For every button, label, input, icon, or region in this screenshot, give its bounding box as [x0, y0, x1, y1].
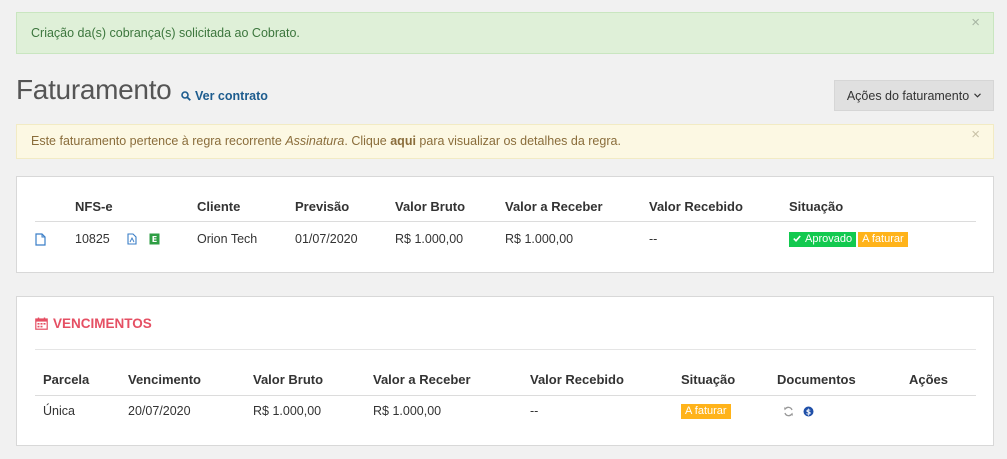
rule-details-link[interactable]: aqui — [390, 134, 416, 148]
check-icon — [793, 235, 801, 242]
close-icon[interactable]: × — [971, 13, 980, 33]
previsao-cell: 01/07/2020 — [295, 231, 358, 246]
xml-icon[interactable]: E — [149, 233, 160, 245]
table-row: Única 20/07/2020 R$ 1.000,00 R$ 1.000,00… — [35, 395, 976, 427]
cliente-cell: Orion Tech — [197, 231, 258, 246]
rule-name: Assinatura — [285, 134, 345, 148]
column-header: Valor a Receber — [505, 193, 649, 222]
acoes-cell — [909, 395, 976, 427]
close-icon[interactable]: × — [971, 125, 980, 145]
svg-text:E: E — [152, 235, 157, 244]
payment-icon[interactable]: $ — [803, 406, 814, 417]
column-header: Previsão — [295, 193, 395, 222]
vencimentos-title: VENCIMENTOS — [53, 316, 152, 331]
warning-text-before: Este faturamento pertence à regra recorr… — [31, 134, 286, 148]
status-badge-a-faturar: A faturar — [681, 404, 731, 420]
column-header: Valor a Receber — [373, 365, 530, 396]
warning-text-after: para visualizar os detalhes da regra. — [415, 134, 621, 148]
nfse-card: NFS-e Cliente Previsão Valor Bruto Valor… — [16, 176, 994, 273]
status-badge-aprovado: Aprovado — [789, 231, 857, 247]
warning-alert: Este faturamento pertence à regra recorr… — [16, 124, 994, 159]
column-header: Valor Bruto — [395, 193, 505, 222]
valor-bruto-cell: R$ 1.000,00 — [253, 404, 322, 419]
ver-contrato-link[interactable]: Ver contrato — [181, 89, 268, 103]
column-header: Valor Recebido — [530, 365, 681, 396]
acoes-faturamento-label: Ações do faturamento — [846, 88, 970, 103]
valor-recebido-cell: -- — [530, 404, 539, 419]
vencimento-cell: 20/07/2020 — [128, 404, 191, 419]
column-header: Vencimento — [128, 365, 253, 396]
search-icon — [181, 91, 191, 101]
column-header: Cliente — [197, 193, 295, 222]
column-header: Parcela — [43, 365, 128, 396]
calendar-icon — [35, 317, 48, 330]
nfse-table: NFS-e Cliente Previsão Valor Bruto Valor… — [35, 193, 976, 256]
ver-contrato-label: Ver contrato — [195, 89, 268, 103]
column-header: Documentos — [777, 365, 909, 396]
status-badge-a-faturar: A faturar — [858, 231, 908, 247]
valor-recebido-cell: -- — [649, 231, 658, 246]
document-icon[interactable] — [35, 233, 46, 246]
divider — [35, 349, 976, 350]
vencimentos-table: Parcela Vencimento Valor Bruto Valor a R… — [35, 365, 976, 427]
column-header: Valor Recebido — [649, 193, 789, 222]
success-alert: Criação da(s) cobrança(s) solicitada ao … — [16, 12, 994, 54]
column-header-icon — [35, 193, 75, 222]
table-header-row: Parcela Vencimento Valor Bruto Valor a R… — [35, 365, 976, 396]
nfse-number: 10825 — [75, 231, 110, 246]
chevron-down-icon — [974, 93, 982, 98]
acoes-faturamento-button[interactable]: Ações do faturamento — [834, 80, 994, 111]
vencimentos-card: VENCIMENTOS Parcela Vencimento Valor Bru… — [16, 296, 994, 446]
svg-text:$: $ — [806, 408, 811, 417]
vencimentos-header: VENCIMENTOS — [35, 316, 152, 331]
column-header: Valor Bruto — [253, 365, 373, 396]
parcela-cell: Única — [43, 404, 75, 419]
column-header: Situação — [681, 365, 777, 396]
pdf-icon[interactable] — [127, 233, 137, 246]
success-alert-message: Criação da(s) cobrança(s) solicitada ao … — [31, 26, 300, 40]
column-header: NFS-e — [75, 193, 197, 222]
valor-bruto-cell: R$ 1.000,00 — [395, 231, 464, 246]
table-row: 10825 E Orion Tech 01/07/2020 R$ 1.000,0… — [35, 221, 976, 256]
column-header: Situação — [789, 193, 976, 222]
refresh-icon[interactable] — [783, 406, 794, 417]
page-title: Faturamento — [16, 74, 172, 105]
valor-receber-cell: R$ 1.000,00 — [505, 231, 574, 246]
valor-receber-cell: R$ 1.000,00 — [373, 404, 442, 419]
column-header: Ações — [909, 365, 976, 396]
status-badge-label: Aprovado — [805, 232, 853, 245]
table-header-row: NFS-e Cliente Previsão Valor Bruto Valor… — [35, 193, 976, 222]
warning-text-middle: . Clique — [344, 134, 391, 148]
